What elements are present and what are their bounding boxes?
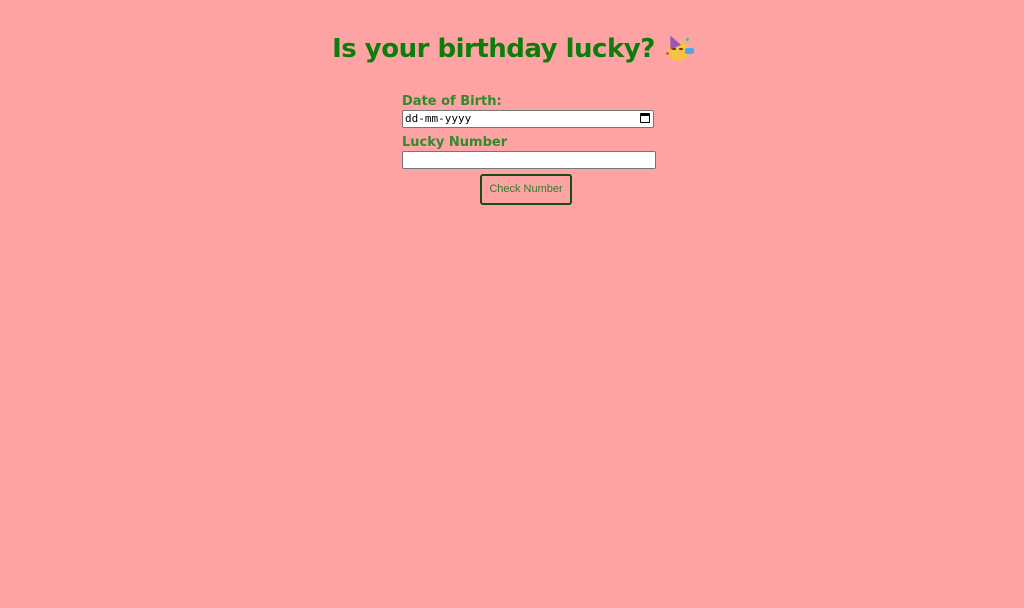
partying-face-icon (664, 33, 694, 62)
page-title: Is your birthday lucky? (332, 34, 655, 64)
calendar-icon[interactable] (640, 113, 650, 123)
confetti-dot (665, 52, 669, 55)
date-of-birth-value: dd-mm-yyyy (405, 112, 472, 125)
birthday-form: Date of Birth: dd-mm-yyyy Lucky Number (402, 94, 658, 169)
lucky-number-label: Lucky Number (402, 135, 508, 150)
emoji-eye-left (671, 48, 676, 50)
lucky-number-input[interactable] (402, 151, 656, 169)
page: Is your birthday lucky? Date of Birth: d… (0, 0, 1024, 608)
confetti-dot (685, 38, 689, 41)
dob-label: Date of Birth: (402, 94, 502, 109)
party-horn (684, 48, 694, 54)
emoji-eye-right (678, 48, 683, 50)
header: Is your birthday lucky? (0, 33, 1024, 64)
button-row: Check Number (0, 174, 1024, 205)
check-number-button[interactable]: Check Number (480, 174, 572, 205)
date-of-birth-input[interactable]: dd-mm-yyyy (402, 110, 654, 128)
